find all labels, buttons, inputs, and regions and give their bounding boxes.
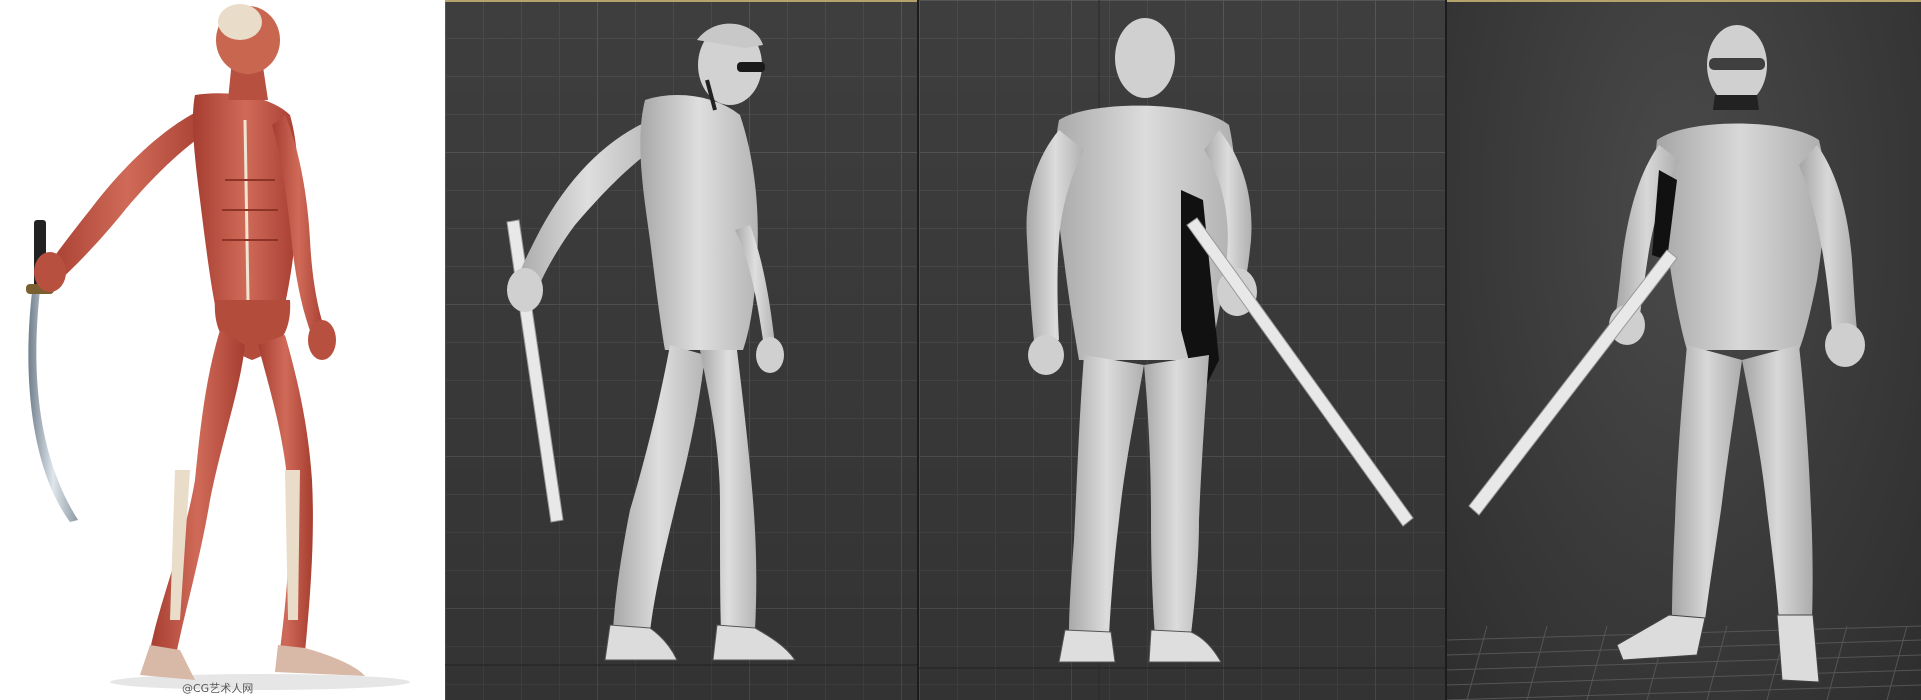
character-model-perspective (1447, 25, 1921, 700)
anatomy-reference-image: @CG艺术人网 (0, 0, 445, 700)
character-model-back (919, 0, 1447, 700)
watermark-text: @CG艺术人网 (182, 682, 254, 695)
viewport-back-view[interactable] (919, 0, 1447, 700)
viewport-side-view[interactable] (445, 0, 919, 700)
muscle-figure-illustration (26, 4, 410, 690)
viewport-perspective-view[interactable] (1447, 0, 1921, 700)
character-model-side (445, 23, 919, 666)
